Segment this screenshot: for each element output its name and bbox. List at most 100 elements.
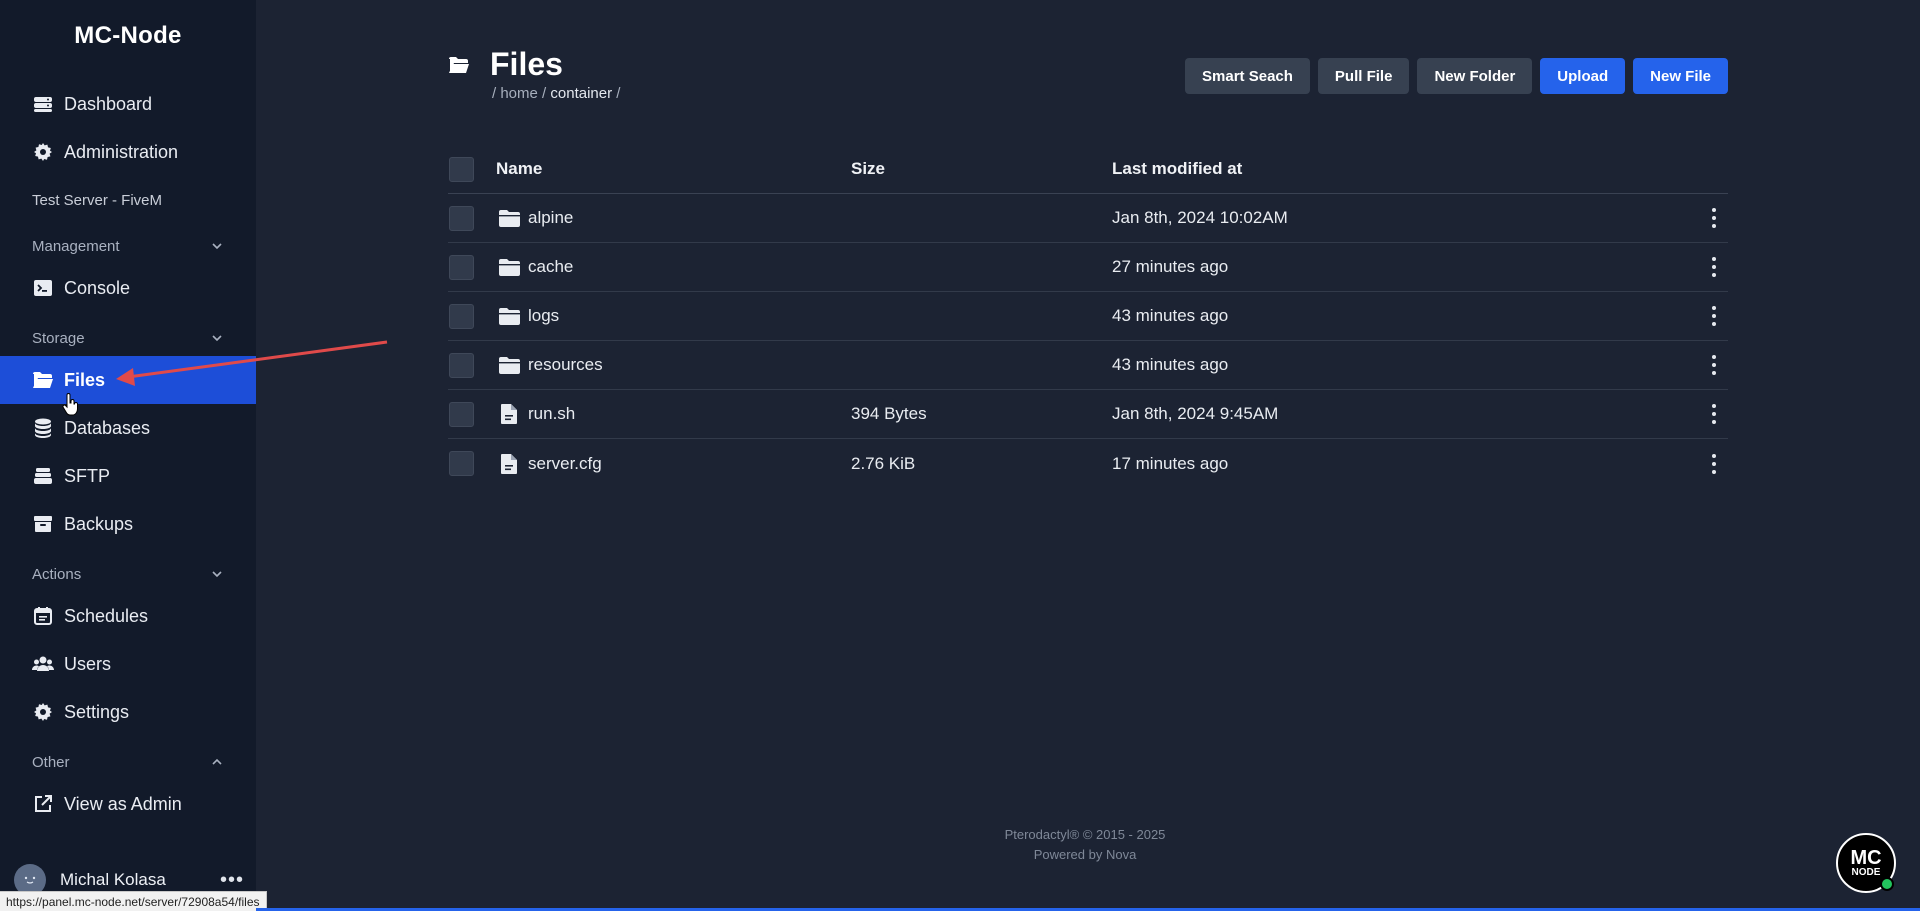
file-name[interactable]: alpine: [528, 208, 573, 228]
folder-icon: [498, 256, 520, 278]
more-options-icon[interactable]: •••: [220, 869, 244, 892]
nav-files[interactable]: Files: [0, 356, 256, 404]
row-menu-icon[interactable]: [1710, 257, 1718, 277]
page-header: Files: [448, 46, 563, 83]
nav-administration[interactable]: Administration: [0, 128, 256, 176]
nav-users[interactable]: Users: [0, 640, 256, 688]
file-size: 394 Bytes: [851, 404, 927, 423]
nav-label: View as Admin: [64, 793, 182, 814]
file-icon: [498, 403, 520, 425]
nav-label: Dashboard: [64, 93, 153, 114]
smart-search-button[interactable]: Smart Seach: [1185, 58, 1310, 94]
brand-title[interactable]: MC-Node: [0, 22, 256, 50]
nav-dashboard[interactable]: Dashboard: [0, 80, 256, 128]
nav-backups[interactable]: Backups: [0, 500, 256, 548]
section-storage[interactable]: Storage: [32, 327, 224, 349]
file-name[interactable]: resources: [528, 355, 603, 375]
page-title: Files: [490, 46, 563, 82]
chevron-down-icon: [212, 243, 222, 250]
breadcrumb-separator: /: [537, 85, 551, 102]
file-name[interactable]: cache: [528, 257, 573, 277]
footer-powered-by: Powered by Nova: [1033, 847, 1137, 862]
footer-copyright: Pterodactyl® © 2015 - 2025: [1004, 827, 1166, 842]
table-row[interactable]: cache 27 minutes ago: [448, 243, 1728, 292]
row-menu-icon[interactable]: [1710, 306, 1718, 326]
select-all-checkbox[interactable]: [449, 156, 474, 182]
breadcrumb-home[interactable]: home: [500, 85, 538, 102]
nav-label: Users: [64, 653, 112, 674]
breadcrumb-separator: /: [612, 85, 621, 102]
section-label: Storage: [32, 329, 85, 347]
column-header-modified[interactable]: Last modified at: [1112, 159, 1242, 179]
nav-label: Files: [64, 369, 106, 390]
logo-text: MC: [1850, 847, 1882, 869]
table-row[interactable]: alpine Jan 8th, 2024 10:02AM: [448, 194, 1728, 243]
nav-label: Administration: [64, 141, 179, 162]
nav-console[interactable]: Console: [0, 264, 256, 312]
external-link-icon: [31, 792, 55, 816]
row-checkbox[interactable]: [449, 352, 474, 378]
file-name[interactable]: server.cfg: [528, 454, 602, 474]
table-row[interactable]: run.sh 394 Bytes Jan 8th, 2024 9:45AM: [448, 390, 1728, 439]
archive-icon: [31, 512, 55, 536]
row-menu-icon[interactable]: [1710, 404, 1718, 424]
gear-icon: [31, 700, 55, 724]
chevron-up-icon: [212, 758, 222, 765]
file-icon: [498, 453, 520, 475]
breadcrumb: / home / container /: [492, 85, 620, 102]
breadcrumb-current[interactable]: container: [550, 85, 612, 102]
nav-label: Schedules: [64, 605, 149, 626]
table-body: alpine Jan 8th, 2024 10:02AM cache 27 minut…: [448, 194, 1728, 488]
row-menu-icon[interactable]: [1710, 453, 1718, 474]
nav-sftp[interactable]: SFTP: [0, 452, 256, 500]
file-name[interactable]: run.sh: [528, 404, 575, 424]
section-other[interactable]: Other: [32, 751, 224, 773]
folder-icon: [498, 354, 520, 376]
nav-label: Databases: [64, 417, 151, 438]
column-header-name[interactable]: Name: [496, 159, 542, 179]
nav-databases[interactable]: Databases: [0, 404, 256, 452]
file-toolbar: Smart Seach Pull File New Folder Upload …: [1185, 58, 1728, 94]
nav-label: Settings: [64, 701, 130, 722]
folder-icon: [498, 207, 520, 229]
new-folder-button[interactable]: New Folder: [1417, 58, 1533, 94]
folder-icon: [498, 305, 520, 327]
row-checkbox[interactable]: [449, 303, 474, 329]
nav-label: Console: [64, 277, 131, 298]
row-checkbox[interactable]: [449, 254, 474, 280]
file-name[interactable]: logs: [528, 306, 559, 326]
file-modified: 17 minutes ago: [1112, 453, 1229, 473]
file-modified: Jan 8th, 2024 9:45AM: [1112, 404, 1279, 423]
nav-schedules[interactable]: Schedules: [0, 592, 256, 640]
sidebar: MC-Node Dashboard Administration Test Se…: [0, 0, 256, 911]
row-menu-icon[interactable]: [1710, 208, 1718, 228]
file-table: Name Size Last modified at alpine Jan 8th…: [448, 145, 1728, 488]
server-icon: [31, 92, 55, 116]
row-checkbox[interactable]: [449, 451, 474, 476]
table-header: Name Size Last modified at: [448, 145, 1728, 194]
nav-label: Backups: [64, 513, 134, 534]
folder-open-icon: [31, 368, 55, 392]
row-checkbox[interactable]: [449, 401, 474, 427]
table-row[interactable]: logs 43 minutes ago: [448, 292, 1728, 341]
upload-button[interactable]: Upload: [1540, 58, 1626, 94]
folder-icon: [449, 56, 469, 73]
section-management[interactable]: Management: [32, 235, 224, 257]
nav-settings[interactable]: Settings: [0, 688, 256, 736]
table-row[interactable]: resources 43 minutes ago: [448, 341, 1728, 390]
file-modified: Jan 8th, 2024 10:02AM: [1112, 208, 1288, 227]
new-file-button[interactable]: New File: [1633, 58, 1728, 94]
chevron-down-icon: [212, 335, 222, 342]
nav-view-as-admin[interactable]: View as Admin: [0, 780, 256, 828]
table-row[interactable]: server.cfg 2.76 KiB 17 minutes ago: [448, 439, 1728, 488]
online-status-dot: [1880, 877, 1894, 891]
pull-file-button[interactable]: Pull File: [1317, 58, 1410, 94]
section-label: Management: [32, 237, 120, 255]
chevron-down-icon: [212, 571, 222, 578]
file-size: 2.76 KiB: [851, 453, 916, 473]
row-menu-icon[interactable]: [1710, 355, 1718, 375]
section-actions[interactable]: Actions: [32, 563, 224, 585]
row-checkbox[interactable]: [449, 205, 474, 231]
column-header-size[interactable]: Size: [851, 159, 885, 179]
calendar-icon: [31, 604, 55, 628]
